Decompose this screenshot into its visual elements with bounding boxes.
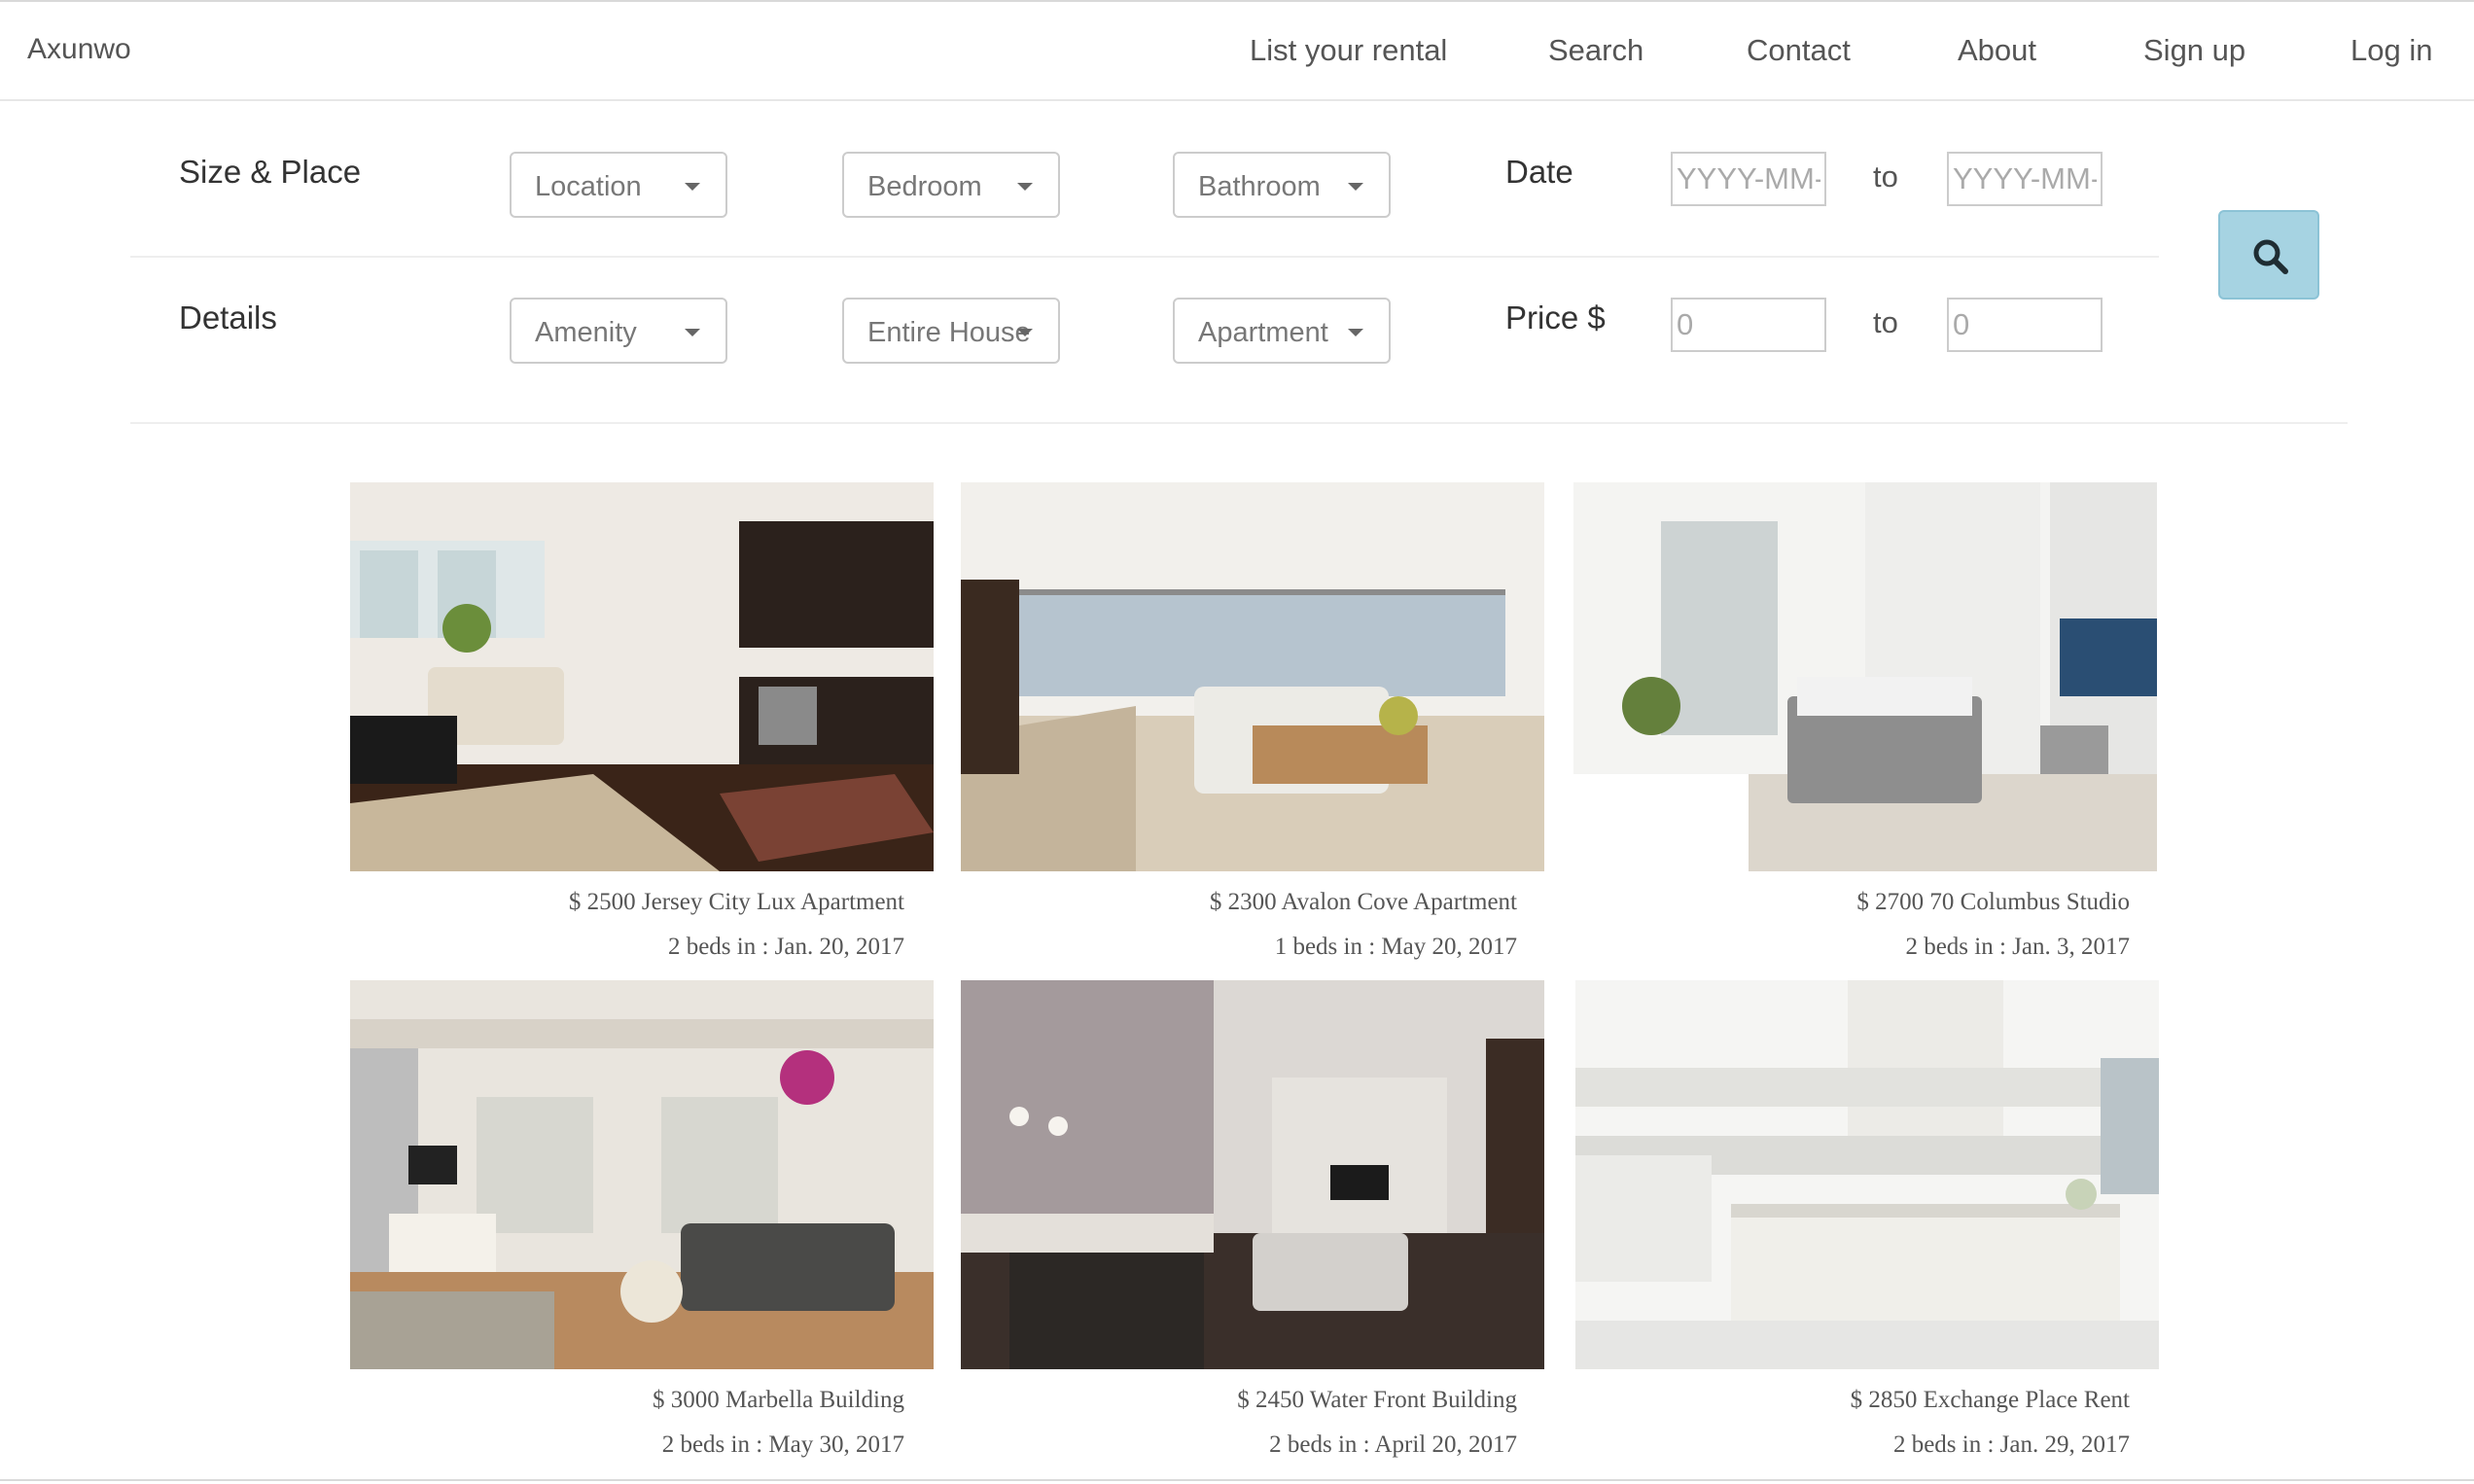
property-type-dropdown-value: Apartment <box>1198 317 1328 348</box>
brand-link[interactable]: Axunwo <box>27 33 131 66</box>
listing-title-4[interactable]: $ 3000 Marbella Building <box>321 1387 904 1414</box>
listing-title-5[interactable]: $ 2450 Water Front Building <box>934 1387 1517 1414</box>
rental-type-dropdown-value: Entire House <box>867 317 1029 348</box>
bottom-border <box>0 1479 2474 1481</box>
size-place-label: Size & Place <box>179 154 362 190</box>
listing-title-6[interactable]: $ 2850 Exchange Place Rent <box>1546 1387 2130 1414</box>
caret-down-icon <box>685 329 700 336</box>
listing-availability-5: 2 beds in : April 20, 2017 <box>1269 1431 1517 1458</box>
listing-availability-3: 2 beds in : Jan. 3, 2017 <box>1905 934 2130 960</box>
price-to-input[interactable] <box>1947 298 2103 352</box>
listing-availability-4: 2 beds in : May 30, 2017 <box>661 1431 904 1458</box>
price-from-input[interactable] <box>1671 298 1826 352</box>
price-to-label: to <box>1873 305 1898 339</box>
listing-photo-6[interactable] <box>1575 980 2159 1369</box>
nav-about[interactable]: About <box>1958 33 2036 68</box>
date-to-input[interactable] <box>1947 152 2103 206</box>
details-label: Details <box>179 300 277 336</box>
bathroom-dropdown-value: Bathroom <box>1198 171 1321 202</box>
amenity-dropdown-value: Amenity <box>535 317 637 348</box>
caret-down-icon <box>1348 329 1363 336</box>
search-button[interactable] <box>2218 210 2319 300</box>
listing-photo-1[interactable] <box>350 482 934 871</box>
filter-row-divider <box>130 256 2159 258</box>
nav-contact[interactable]: Contact <box>1747 33 1851 68</box>
listing-availability-6: 2 beds in : Jan. 29, 2017 <box>1892 1431 2130 1458</box>
location-dropdown-value: Location <box>535 171 642 202</box>
listing-photo-4[interactable] <box>350 980 934 1369</box>
nav-log-in[interactable]: Log in <box>2350 33 2432 68</box>
date-label: Date <box>1505 154 1573 190</box>
bedroom-dropdown[interactable]: Bedroom <box>842 152 1060 218</box>
bedroom-dropdown-value: Bedroom <box>867 171 982 202</box>
price-label: Price $ <box>1505 300 1606 336</box>
listing-availability-1: 2 beds in : Jan. 20, 2017 <box>667 934 904 960</box>
amenity-dropdown[interactable]: Amenity <box>510 298 727 364</box>
navbar: Axunwo List your rental Search Contact A… <box>0 2 2474 101</box>
search-icon <box>2253 239 2288 274</box>
location-dropdown[interactable]: Location <box>510 152 727 218</box>
property-type-dropdown[interactable]: Apartment <box>1173 298 1391 364</box>
caret-down-icon <box>1017 329 1033 336</box>
nav-search[interactable]: Search <box>1548 33 1643 68</box>
listing-title-2[interactable]: $ 2300 Avalon Cove Apartment <box>934 889 1517 916</box>
filter-panel-divider <box>130 422 2348 424</box>
rental-type-dropdown[interactable]: Entire House <box>842 298 1060 364</box>
listing-photo-5[interactable] <box>961 980 1544 1369</box>
bathroom-dropdown[interactable]: Bathroom <box>1173 152 1391 218</box>
listing-availability-2: 1 beds in : May 20, 2017 <box>1274 934 1517 960</box>
nav-list-your-rental[interactable]: List your rental <box>1250 33 1447 68</box>
listing-title-3[interactable]: $ 2700 70 Columbus Studio <box>1546 889 2130 916</box>
listing-photo-3[interactable] <box>1573 482 2157 871</box>
nav-sign-up[interactable]: Sign up <box>2143 33 2245 68</box>
date-to-label: to <box>1873 159 1898 194</box>
caret-down-icon <box>1017 183 1033 191</box>
caret-down-icon <box>685 183 700 191</box>
listing-photo-2[interactable] <box>961 482 1544 871</box>
date-from-input[interactable] <box>1671 152 1826 206</box>
listing-title-1[interactable]: $ 2500 Jersey City Lux Apartment <box>321 889 904 916</box>
caret-down-icon <box>1348 183 1363 191</box>
